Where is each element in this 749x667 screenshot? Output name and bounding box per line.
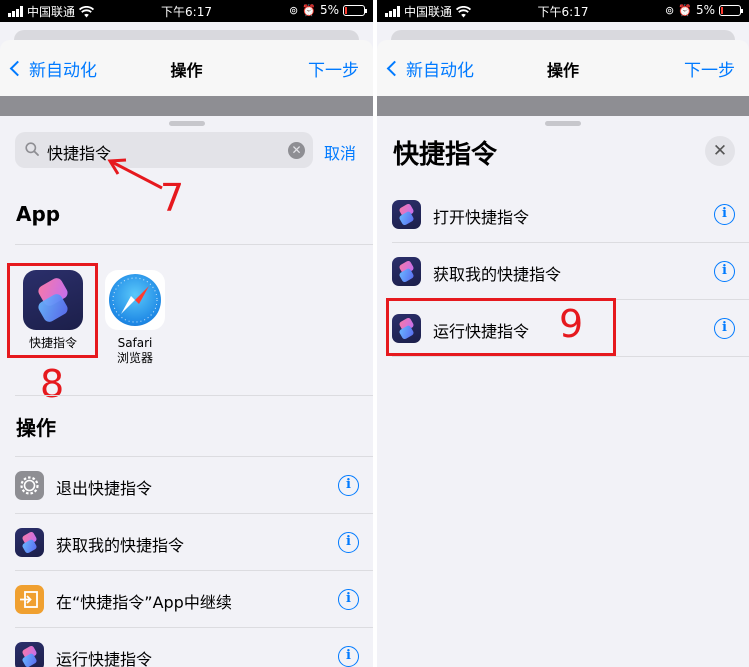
back-label: 新自动化 [406,61,474,81]
actions-section-title: 操作 [16,416,56,440]
info-icon[interactable]: i [338,646,359,667]
next-button[interactable]: 下一步 [308,56,359,81]
battery-icon [343,4,367,16]
status-right: ⊚ ⏰ 5% [665,3,743,17]
app-section-divider [15,244,373,245]
search-icon [25,142,39,156]
action-label: 运行快捷指令 [56,650,153,667]
compass-icon [109,274,161,326]
action-label: 获取我的快捷指令 [56,536,185,555]
action-row-get-my-shortcuts[interactable]: 获取我的快捷指令 i [0,514,373,571]
app-label-safari-line2: 浏览器 [116,351,153,365]
info-icon[interactable]: i [714,204,735,225]
gear-icon [15,471,44,500]
orientation-lock-icon: ⊚ [665,3,675,17]
sheet-grabber[interactable] [168,121,205,126]
row-separator [392,356,749,357]
status-bar: 中国联通 下午6:17 ⊚ ⏰ 5% [0,0,373,22]
alarm-icon: ⏰ [678,3,692,17]
action-label: 获取我的快捷指令 [433,265,562,284]
orientation-lock-icon: ⊚ [289,3,299,17]
battery-icon [719,4,743,16]
app-label-safari-line1: Safari [117,336,153,350]
shortcuts-icon [15,642,44,667]
app-section-title: App [16,202,61,226]
annotation-number-8: 8 [40,362,65,406]
back-label: 新自动化 [29,61,97,81]
back-button[interactable]: 新自动化 [385,56,474,81]
continue-in-app-icon [15,585,44,614]
chevron-left-icon [386,60,403,77]
right-screen: 中国联通 下午6:17 ⊚ ⏰ 5% 新自动化 操作 下一步 快捷指令 ✕ 打开… [377,0,749,667]
action-row-run-shortcut[interactable]: 运行快捷指令 i [0,628,373,667]
action-row-get-my-shortcuts[interactable]: 获取我的快捷指令 i [377,243,749,300]
dimmed-backdrop [377,96,749,116]
info-icon[interactable]: i [714,318,735,339]
info-icon[interactable]: i [338,589,359,610]
action-label: 在“快捷指令”App中继续 [56,593,232,612]
info-icon[interactable]: i [714,261,735,282]
safari-app-icon [105,270,165,330]
actions-section-divider-top [15,395,373,396]
back-button[interactable]: 新自动化 [8,56,97,81]
shortcuts-sheet: 快捷指令 ✕ 打开快捷指令 i 获取我的快捷指令 i 运行快捷指令 i 9 [377,116,749,667]
battery-fill [345,6,347,14]
action-row-open-shortcut[interactable]: 打开快捷指令 i [377,186,749,243]
action-row-continue-in-app[interactable]: 在“快捷指令”App中继续 i [0,571,373,628]
status-bar: 中国联通 下午6:17 ⊚ ⏰ 5% [377,0,749,22]
status-right: ⊚ ⏰ 5% [289,3,367,17]
action-row-exit-shortcut[interactable]: 退出快捷指令 i [0,457,373,514]
app-tile-safari[interactable]: Safari 浏览器 [95,270,175,366]
info-icon[interactable]: i [338,475,359,496]
app-label-safari: Safari 浏览器 [95,336,175,366]
action-label: 打开快捷指令 [433,208,530,227]
action-label: 退出快捷指令 [56,479,153,498]
battery-percent: 5% [319,3,339,17]
shortcuts-icon [15,528,44,557]
sheet-grabber[interactable] [545,121,581,126]
sheet-title: 快捷指令 [393,140,498,170]
annotation-number-7: 7 [160,176,185,220]
cancel-button[interactable]: 取消 [324,140,356,164]
annotation-box-8 [7,263,98,358]
battery-fill [721,6,723,14]
next-button[interactable]: 下一步 [684,56,735,81]
nav-bar: 新自动化 操作 下一步 [0,40,373,96]
annotation-number-9: 9 [559,302,584,346]
close-button[interactable]: ✕ [705,136,735,166]
battery-percent: 5% [695,3,715,17]
action-sheet: 快捷指令 ✕ 取消 7 App 快捷指令 8 Safari 浏览器 操作 退出快… [0,116,373,667]
alarm-icon: ⏰ [302,3,316,17]
chevron-left-icon [9,60,26,77]
left-screen: 中国联通 下午6:17 ⊚ ⏰ 5% 新自动化 操作 下一步 快捷指令 ✕ 取消 [0,0,373,667]
shortcuts-icon [392,200,421,229]
shortcuts-icon [392,257,421,286]
dimmed-backdrop [0,96,373,116]
clear-icon[interactable]: ✕ [288,142,305,159]
info-icon[interactable]: i [338,532,359,553]
nav-bar: 新自动化 操作 下一步 [377,40,749,96]
